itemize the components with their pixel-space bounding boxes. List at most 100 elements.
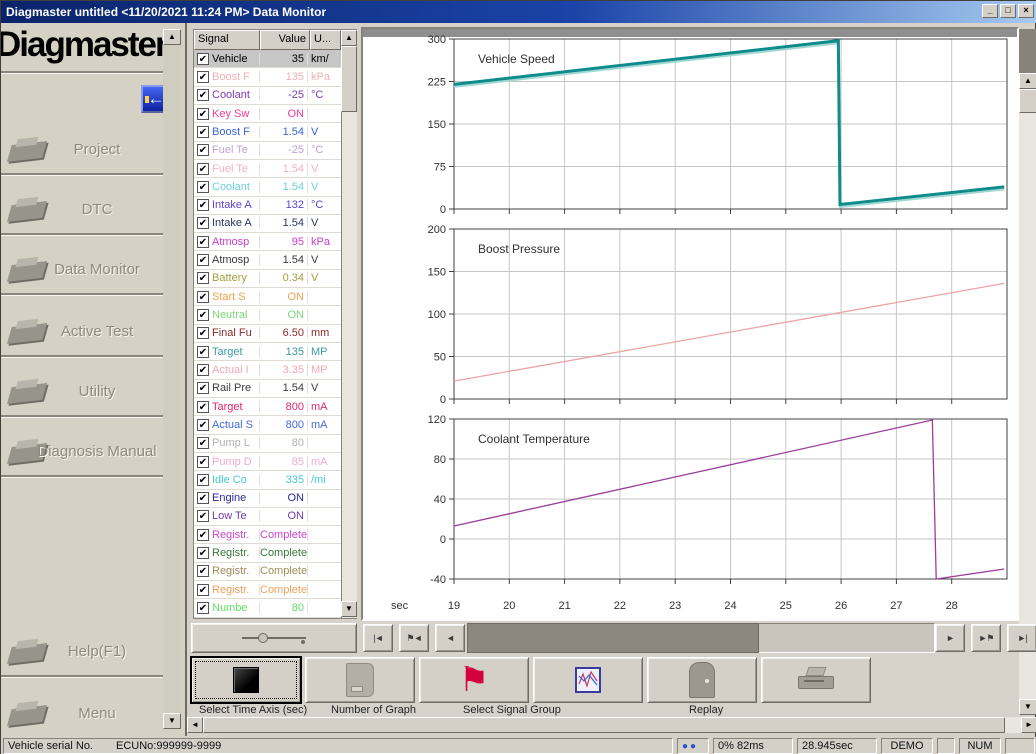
table-row[interactable]: ✔Boost F1.54V [194, 123, 341, 141]
signal-checkbox[interactable]: ✔ [194, 327, 212, 339]
signal-checkbox[interactable]: ✔ [194, 529, 212, 541]
table-row[interactable]: ✔Idle Co335/mi [194, 471, 341, 489]
column-header-signal[interactable]: Signal [194, 30, 260, 50]
signal-checkbox[interactable]: ✔ [194, 126, 212, 138]
signal-checkbox[interactable]: ✔ [194, 199, 212, 211]
next-flag-button[interactable]: ►⚑ [971, 624, 1001, 652]
table-row[interactable]: ✔Intake A1.54V [194, 215, 341, 233]
table-row[interactable]: ✔Key SwON [194, 105, 341, 123]
sidebar-scrollbar[interactable]: ▲ ▼ [163, 29, 181, 729]
table-row[interactable]: ✔Rail Pre1.54V [194, 380, 341, 398]
signal-checkbox[interactable]: ✔ [194, 217, 212, 229]
table-row[interactable]: ✔Atmosp95kPa [194, 233, 341, 251]
sidebar-item-help-f1-[interactable]: Help(F1) [1, 629, 165, 677]
table-row[interactable]: ✔Fuel Te1.54V [194, 160, 341, 178]
table-row[interactable]: ✔Battery0.34V [194, 270, 341, 288]
signal-checkbox[interactable]: ✔ [194, 565, 212, 577]
table-row[interactable]: ✔Actual I3.35MP [194, 361, 341, 379]
step-back-button[interactable]: ◄ [435, 624, 465, 652]
scroll-left-icon[interactable]: ◄ [187, 717, 203, 733]
table-row[interactable]: ✔Vehicle35km/ [194, 50, 341, 68]
signal-table-scrollbar[interactable]: ▲ ▼ [341, 30, 357, 618]
sidebar-item-active-test[interactable]: Active Test [1, 309, 165, 357]
table-row[interactable]: ✔Low TeON [194, 508, 341, 526]
table-row[interactable]: ✔Fuel Te-25°C [194, 142, 341, 160]
signal-checkbox[interactable]: ✔ [194, 71, 212, 83]
signal-checkbox[interactable]: ✔ [194, 272, 212, 284]
table-row[interactable]: ✔Start SON [194, 288, 341, 306]
signal-checkbox[interactable]: ✔ [194, 309, 212, 321]
table-row[interactable]: ✔Target135MP [194, 343, 341, 361]
stop-button[interactable] [191, 657, 301, 703]
table-row[interactable]: ✔Pump L80 [194, 435, 341, 453]
scroll-down-icon[interactable]: ▼ [341, 601, 357, 617]
table-row[interactable]: ✔Atmosp1.54V [194, 251, 341, 269]
column-header-value[interactable]: Value [260, 30, 310, 50]
sidebar-item-diagnosis-manual[interactable]: Diagnosis Manual [1, 429, 165, 477]
signal-checkbox[interactable]: ✔ [194, 510, 212, 522]
column-header-unit[interactable]: U... [310, 30, 341, 50]
scroll-right-icon[interactable]: ► [1021, 717, 1036, 733]
maximize-button[interactable]: □ [1000, 4, 1016, 18]
signal-checkbox[interactable]: ✔ [194, 163, 212, 175]
signal-checkbox[interactable]: ✔ [194, 236, 212, 248]
scroll-down-icon[interactable]: ▼ [1019, 699, 1036, 715]
signal-checkbox[interactable]: ✔ [194, 401, 212, 413]
skip-to-start-button[interactable]: |◄ [363, 624, 393, 652]
step-forward-button[interactable]: ► [935, 624, 965, 652]
scrollbar-thumb[interactable] [341, 46, 357, 112]
signal-checkbox[interactable]: ✔ [194, 181, 212, 193]
scrollbar-thumb[interactable] [1019, 89, 1036, 113]
table-row[interactable]: ✔Registr.Complete [194, 581, 341, 599]
signal-checkbox[interactable]: ✔ [194, 602, 212, 614]
skip-to-end-button[interactable]: ►| [1007, 624, 1036, 652]
signal-checkbox[interactable]: ✔ [194, 346, 212, 358]
print-button[interactable] [761, 657, 871, 703]
flag-marker-button[interactable]: ⚑ [419, 657, 529, 703]
sidebar-item-utility[interactable]: Utility [1, 369, 165, 417]
signal-checkbox[interactable]: ✔ [194, 437, 212, 449]
signal-checkbox[interactable]: ✔ [194, 584, 212, 596]
signal-checkbox[interactable]: ✔ [194, 456, 212, 468]
signal-checkbox[interactable]: ✔ [194, 419, 212, 431]
close-button[interactable]: × [1018, 4, 1034, 18]
signal-checkbox[interactable]: ✔ [194, 108, 212, 120]
signal-checkbox[interactable]: ✔ [194, 89, 212, 101]
table-row[interactable]: ✔Target800mA [194, 398, 341, 416]
table-row[interactable]: ✔Registr.Complete [194, 544, 341, 562]
replay-button[interactable] [647, 657, 757, 703]
title-bar[interactable]: Diagmaster untitled <11/20/2021 11:24 PM… [1, 1, 1036, 23]
scroll-down-icon[interactable]: ▼ [163, 713, 181, 729]
time-slider-panel[interactable] [191, 623, 357, 653]
sidebar-item-project[interactable]: Project [1, 127, 165, 175]
number-of-graph-button[interactable] [305, 657, 415, 703]
scroll-up-icon[interactable]: ▲ [163, 29, 181, 45]
signal-checkbox[interactable]: ✔ [194, 364, 212, 376]
signal-checkbox[interactable]: ✔ [194, 474, 212, 486]
signal-checkbox[interactable]: ✔ [194, 144, 212, 156]
signal-checkbox[interactable]: ✔ [194, 547, 212, 559]
sidebar-item-menu[interactable]: Menu [1, 691, 165, 736]
scroll-up-icon[interactable]: ▲ [1019, 73, 1036, 89]
table-row[interactable]: ✔Boost F135kPa [194, 68, 341, 86]
signal-checkbox[interactable]: ✔ [194, 291, 212, 303]
chart-scrollbar[interactable]: ▲ ▼ [1019, 29, 1036, 715]
minimize-button[interactable]: _ [982, 4, 998, 18]
table-row[interactable]: ✔EngineON [194, 490, 341, 508]
table-row[interactable]: ✔Numbe80 [194, 599, 341, 617]
signal-checkbox[interactable]: ✔ [194, 382, 212, 394]
table-row[interactable]: ✔Registr.Complete [194, 526, 341, 544]
sidebar-item-data-monitor[interactable]: Data Monitor [1, 247, 165, 295]
sidebar-item-dtc[interactable]: DTC [1, 187, 165, 235]
table-row[interactable]: ✔Final Fu6.50mm [194, 325, 341, 343]
horizontal-scrollbar[interactable]: ◄ ► [187, 717, 1036, 733]
prev-flag-button[interactable]: ⚑◄ [399, 624, 429, 652]
table-row[interactable]: ✔Registr.Complete [194, 563, 341, 581]
scroll-up-icon[interactable]: ▲ [341, 30, 357, 46]
table-row[interactable]: ✔Intake A132°C [194, 197, 341, 215]
signal-group-button[interactable] [533, 657, 643, 703]
signal-checkbox[interactable]: ✔ [194, 492, 212, 504]
playback-scrollbar-thumb[interactable] [467, 623, 759, 653]
signal-checkbox[interactable]: ✔ [194, 53, 212, 65]
table-row[interactable]: ✔Coolant-25°C [194, 87, 341, 105]
